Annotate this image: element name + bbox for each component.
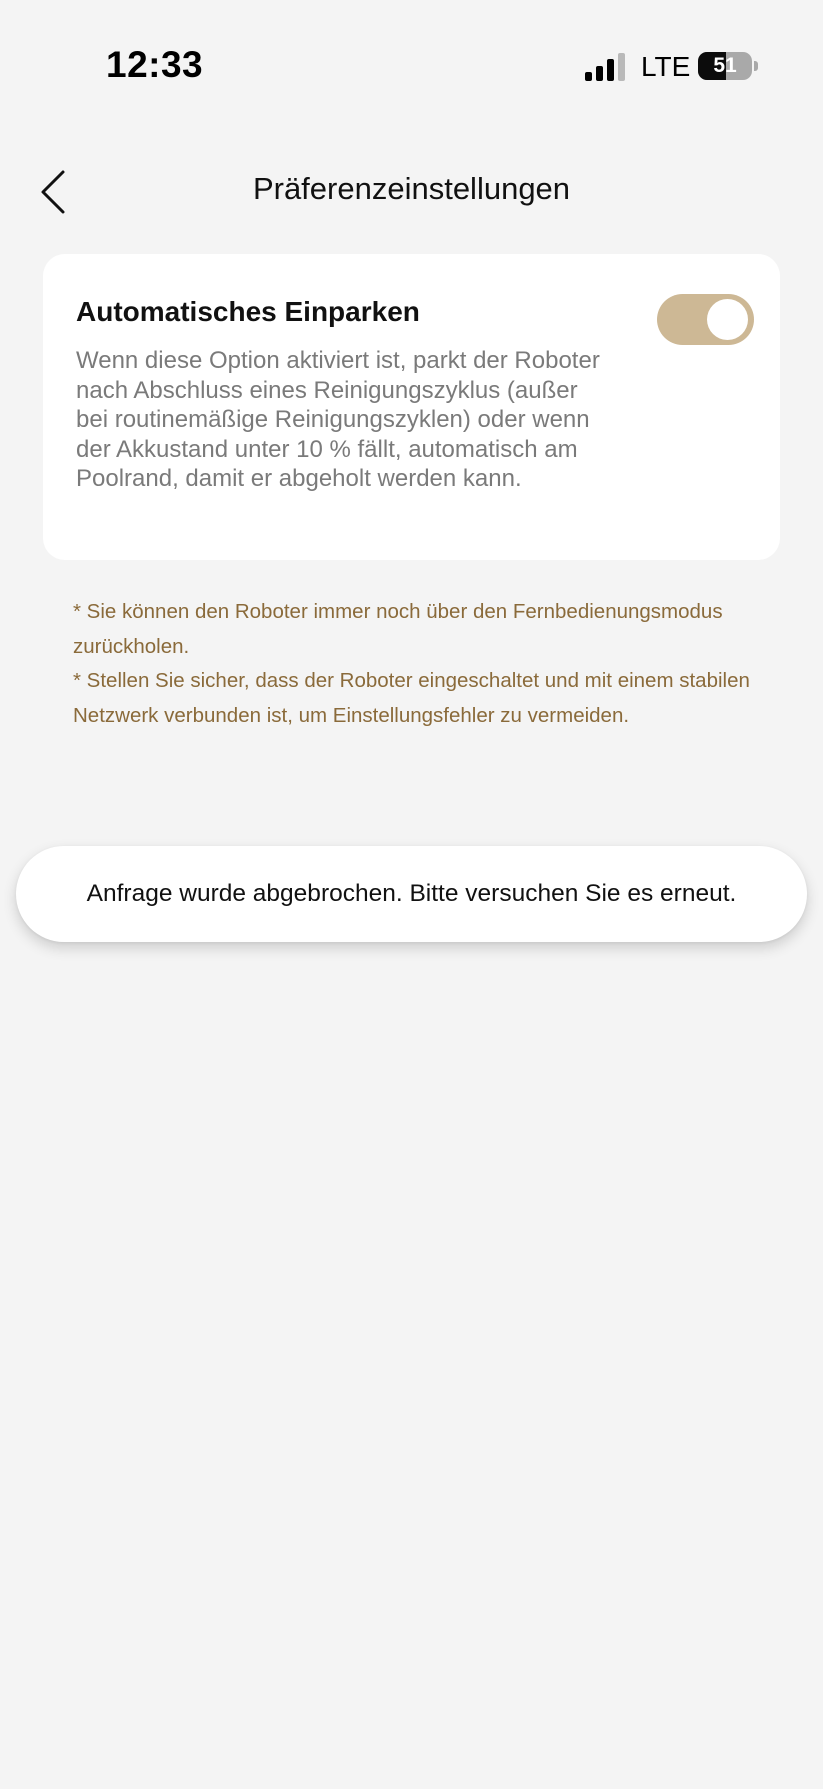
note-remote-control: * Sie können den Roboter immer noch über… [73, 600, 723, 658]
toggle-knob [707, 299, 748, 340]
notes: * Sie können den Roboter immer noch über… [73, 595, 753, 733]
cellular-signal-icon [585, 52, 627, 81]
battery-icon: 51 [698, 52, 752, 80]
network-label: LTE [641, 51, 691, 82]
toast-message: Anfrage wurde abgebrochen. Bitte versuch… [86, 880, 737, 907]
auto-parking-card: Automatisches Einparken Wenn diese Optio… [43, 254, 780, 560]
signal-bar [596, 65, 603, 81]
status-time: 12:33 [106, 44, 204, 85]
toast: Anfrage wurde abgebrochen. Bitte versuch… [16, 846, 807, 942]
battery-level: 51 [713, 54, 737, 77]
battery-cap [754, 61, 758, 71]
setting-description: Wenn diese Option aktiviert ist, parkt d… [76, 347, 600, 492]
setting-title: Automatisches Einparken [76, 296, 420, 327]
note-network: * Stellen Sie sicher, dass der Roboter e… [73, 669, 750, 727]
auto-parking-toggle[interactable] [657, 294, 754, 345]
signal-bar [585, 72, 592, 81]
signal-bar [607, 59, 614, 81]
status-bar: 12:33 LTE 51 [0, 0, 823, 120]
signal-bar [618, 52, 625, 81]
page-title: Präferenzeinstellungen [252, 171, 571, 206]
